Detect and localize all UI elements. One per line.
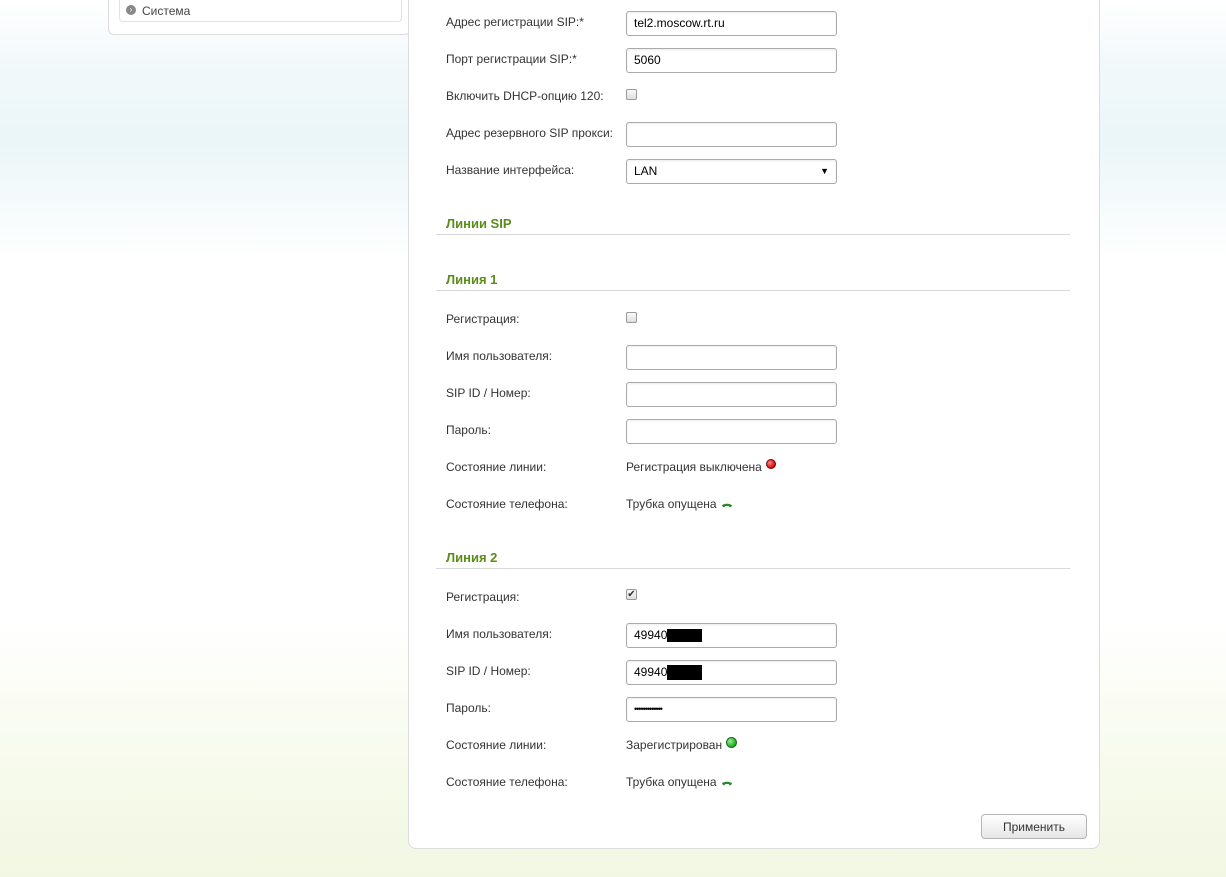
sidebar-menu: › Система <box>108 0 411 35</box>
line2-line-state-label: Состояние линии: <box>446 738 547 752</box>
dhcp-option-label: Включить DHCP-опцию 120: <box>446 89 604 103</box>
apply-button[interactable]: Применить <box>981 814 1087 839</box>
divider <box>436 568 1070 569</box>
redaction-block <box>667 665 703 681</box>
phone-handset-icon <box>721 781 732 786</box>
line1-line-state-value: Регистрация выключена <box>626 460 762 474</box>
chevron-right-icon: › <box>126 5 136 15</box>
interface-select-value: LAN <box>634 164 658 178</box>
redaction-block <box>667 629 703 643</box>
line2-phone-state: Трубка опущена <box>626 775 733 789</box>
sip-reg-port-label: Порт регистрации SIP:* <box>446 52 577 66</box>
line2-registration-label: Регистрация: <box>446 590 520 604</box>
line2-username-value: 49940 <box>634 628 668 642</box>
line1-registration-label: Регистрация: <box>446 312 520 326</box>
line2-sipid-label: SIP ID / Номер: <box>446 664 531 678</box>
line1-phone-state: Трубка опущена <box>626 497 733 511</box>
section-title-sip-lines: Линии SIP <box>446 216 512 231</box>
line1-phone-state-label: Состояние телефона: <box>446 497 568 511</box>
line1-line-state-label: Состояние линии: <box>446 460 547 474</box>
line2-registration-checkbox[interactable]: ✔ <box>626 589 637 600</box>
status-green-dot-icon <box>726 736 738 748</box>
line2-phone-state-value: Трубка опущена <box>626 775 717 789</box>
line1-username-input[interactable] <box>626 345 837 370</box>
section-title-line2: Линия 2 <box>446 550 498 565</box>
line1-sipid-label: SIP ID / Номер: <box>446 386 531 400</box>
line2-username-label: Имя пользователя: <box>446 627 553 641</box>
section-title-line1: Линия 1 <box>446 272 498 287</box>
sip-reg-port-input[interactable]: 5060 <box>626 48 837 73</box>
line1-registration-checkbox[interactable] <box>626 312 637 323</box>
sip-reg-address-input[interactable]: tel2.moscow.rt.ru <box>626 11 837 36</box>
line1-password-label: Пароль: <box>446 423 491 437</box>
dropdown-arrow-icon: ▼ <box>820 166 829 176</box>
line2-username-input[interactable]: 49940 <box>626 623 837 648</box>
sip-reg-address-label: Адрес регистрации SIP:* <box>446 15 584 29</box>
line2-line-state-value: Зарегистрирован <box>626 738 723 752</box>
dhcp-option-checkbox[interactable] <box>626 89 637 100</box>
line2-sipid-value: 49940 <box>634 665 668 679</box>
line1-username-label: Имя пользователя: <box>446 349 553 363</box>
line1-phone-state-value: Трубка опущена <box>626 497 717 511</box>
interface-select[interactable]: LAN ▼ <box>626 159 837 184</box>
line2-line-state: Зарегистрирован <box>626 736 738 752</box>
line2-sipid-input[interactable]: 49940 <box>626 660 837 685</box>
line1-line-state: Регистрация выключена <box>626 459 776 474</box>
line1-sipid-input[interactable] <box>626 382 837 407</box>
divider <box>436 234 1070 235</box>
sidebar-item-system[interactable]: › Система <box>119 0 402 22</box>
line2-password-label: Пароль: <box>446 701 491 715</box>
interface-name-label: Название интерфейса: <box>446 163 575 177</box>
divider <box>436 290 1070 291</box>
line1-password-input[interactable] <box>626 419 837 444</box>
phone-handset-icon <box>721 503 732 508</box>
backup-proxy-input[interactable] <box>626 122 837 147</box>
status-red-dot-icon <box>765 459 776 469</box>
line2-phone-state-label: Состояние телефона: <box>446 775 568 789</box>
line2-password-input[interactable]: ••••••••••••• <box>626 697 837 722</box>
backup-proxy-label: Адрес резервного SIP прокси: <box>446 126 614 140</box>
sidebar-item-label: Система <box>142 4 191 18</box>
